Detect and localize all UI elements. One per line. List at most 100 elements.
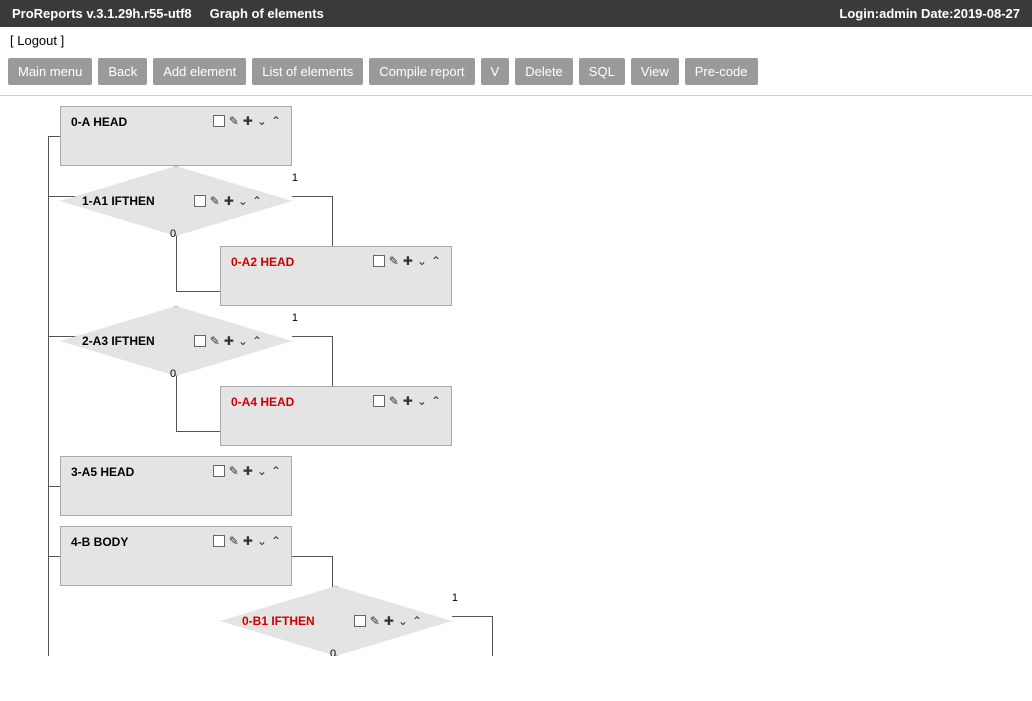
node-tools: ✎ ✚ ⌄ ⌃ <box>194 195 262 207</box>
node-tools: ✎ ✚ ⌄ ⌃ <box>213 535 281 547</box>
checkbox-icon[interactable] <box>213 465 225 477</box>
node-label: 0-B1 IFTHEN <box>242 614 315 628</box>
chevron-down-icon[interactable]: ⌄ <box>398 615 408 627</box>
main-menu-button[interactable]: Main menu <box>8 58 92 85</box>
chevron-up-icon[interactable]: ⌃ <box>431 255 441 267</box>
branch-0-label: 0 <box>170 228 176 240</box>
list-elements-button[interactable]: List of elements <box>252 58 363 85</box>
node-label: 0-A2 HEAD <box>231 255 294 269</box>
checkbox-icon[interactable] <box>373 395 385 407</box>
back-button[interactable]: Back <box>98 58 147 85</box>
chevron-up-icon[interactable]: ⌃ <box>252 335 262 347</box>
chevron-down-icon[interactable]: ⌄ <box>257 535 267 547</box>
checkbox-icon[interactable] <box>194 335 206 347</box>
app-header: ProReports v.3.1.29h.r55-utf8 Graph of e… <box>0 0 1032 27</box>
logout-bar: [ Logout ] <box>0 27 1032 54</box>
node-b1-ifthen[interactable]: 0-B1 IFTHEN ✎ ✚ ⌄ ⌃ 1 0 <box>220 586 452 656</box>
connector-line <box>48 556 60 557</box>
connector-line <box>292 556 332 557</box>
v-button[interactable]: V <box>481 58 510 85</box>
node-tools: ✎ ✚ ⌄ ⌃ <box>373 255 441 267</box>
node-tools: ✎ ✚ ⌄ ⌃ <box>373 395 441 407</box>
chevron-up-icon[interactable]: ⌃ <box>431 395 441 407</box>
chevron-down-icon[interactable]: ⌄ <box>238 195 248 207</box>
delete-button[interactable]: Delete <box>515 58 573 85</box>
precode-button[interactable]: Pre-code <box>685 58 758 85</box>
chevron-down-icon[interactable]: ⌄ <box>257 115 267 127</box>
checkbox-icon[interactable] <box>213 535 225 547</box>
node-label: 2-A3 IFTHEN <box>82 334 155 348</box>
chevron-up-icon[interactable]: ⌃ <box>271 465 281 477</box>
connector-line <box>492 616 493 656</box>
plus-circle-icon[interactable]: ✚ <box>243 535 253 547</box>
chevron-up-icon[interactable]: ⌃ <box>271 115 281 127</box>
pencil-icon[interactable]: ✎ <box>389 395 399 407</box>
view-button[interactable]: View <box>631 58 679 85</box>
plus-circle-icon[interactable]: ✚ <box>403 255 413 267</box>
branch-0-label: 0 <box>170 368 176 380</box>
connector-line <box>176 431 220 432</box>
chevron-up-icon[interactable]: ⌃ <box>252 195 262 207</box>
node-label: 3-A5 HEAD <box>71 465 134 479</box>
connector-line <box>292 196 332 197</box>
node-a2-head[interactable]: 0-A2 HEAD ✎ ✚ ⌄ ⌃ <box>220 246 452 306</box>
pencil-icon[interactable]: ✎ <box>389 255 399 267</box>
branch-1-label: 1 <box>292 312 298 324</box>
branch-1-label: 1 <box>292 172 298 184</box>
connector-line <box>176 291 220 292</box>
pencil-icon[interactable]: ✎ <box>229 465 239 477</box>
node-a1-ifthen[interactable]: 1-A1 IFTHEN ✎ ✚ ⌄ ⌃ 1 0 <box>60 166 292 236</box>
chevron-up-icon[interactable]: ⌃ <box>412 615 422 627</box>
checkbox-icon[interactable] <box>213 115 225 127</box>
pencil-icon[interactable]: ✎ <box>229 115 239 127</box>
branch-1-label: 1 <box>452 592 458 604</box>
plus-circle-icon[interactable]: ✚ <box>224 335 234 347</box>
node-a3-ifthen[interactable]: 2-A3 IFTHEN ✎ ✚ ⌄ ⌃ 1 0 <box>60 306 292 376</box>
connector-line <box>452 616 492 617</box>
connector-line <box>48 136 60 137</box>
plus-circle-icon[interactable]: ✚ <box>224 195 234 207</box>
connector-line <box>176 231 177 291</box>
pencil-icon[interactable]: ✎ <box>370 615 380 627</box>
add-element-button[interactable]: Add element <box>153 58 246 85</box>
checkbox-icon[interactable] <box>354 615 366 627</box>
node-label: 0-A4 HEAD <box>231 395 294 409</box>
node-a4-head[interactable]: 0-A4 HEAD ✎ ✚ ⌄ ⌃ <box>220 386 452 446</box>
connector-line <box>292 336 332 337</box>
pencil-icon[interactable]: ✎ <box>210 335 220 347</box>
chevron-down-icon[interactable]: ⌄ <box>238 335 248 347</box>
app-name: ProReports v.3.1.29h.r55-utf8 <box>12 6 192 21</box>
plus-circle-icon[interactable]: ✚ <box>243 465 253 477</box>
pencil-icon[interactable]: ✎ <box>210 195 220 207</box>
sql-button[interactable]: SQL <box>579 58 625 85</box>
graph-canvas[interactable]: 0-A HEAD ✎ ✚ ⌄ ⌃ 1-A1 IFTHEN ✎ ✚ ⌄ ⌃ <box>0 96 1032 656</box>
node-tools: ✎ ✚ ⌄ ⌃ <box>213 115 281 127</box>
node-tools: ✎ ✚ ⌄ ⌃ <box>194 335 262 347</box>
plus-circle-icon[interactable]: ✚ <box>243 115 253 127</box>
node-b-body[interactable]: 4-B BODY ✎ ✚ ⌄ ⌃ <box>60 526 292 586</box>
node-label: 0-A HEAD <box>71 115 127 129</box>
pencil-icon[interactable]: ✎ <box>229 535 239 547</box>
chevron-down-icon[interactable]: ⌄ <box>417 395 427 407</box>
toolbar: Main menu Back Add element List of eleme… <box>0 54 1032 96</box>
connector-line <box>48 486 60 487</box>
node-label: 1-A1 IFTHEN <box>82 194 155 208</box>
branch-0-label: 0 <box>330 648 336 656</box>
node-a5-head[interactable]: 3-A5 HEAD ✎ ✚ ⌄ ⌃ <box>60 456 292 516</box>
node-tools: ✎ ✚ ⌄ ⌃ <box>213 465 281 477</box>
plus-circle-icon[interactable]: ✚ <box>403 395 413 407</box>
node-tools: ✎ ✚ ⌄ ⌃ <box>354 615 422 627</box>
node-a-head[interactable]: 0-A HEAD ✎ ✚ ⌄ ⌃ <box>60 106 292 166</box>
checkbox-icon[interactable] <box>373 255 385 267</box>
compile-report-button[interactable]: Compile report <box>369 58 474 85</box>
chevron-down-icon[interactable]: ⌄ <box>417 255 427 267</box>
page-title: Graph of elements <box>210 6 324 21</box>
connector-line <box>176 371 177 431</box>
plus-circle-icon[interactable]: ✚ <box>384 615 394 627</box>
checkbox-icon[interactable] <box>194 195 206 207</box>
login-info: Login:admin Date:2019-08-27 <box>839 6 1020 21</box>
logout-link[interactable]: Logout <box>17 33 57 48</box>
chevron-down-icon[interactable]: ⌄ <box>257 465 267 477</box>
chevron-up-icon[interactable]: ⌃ <box>271 535 281 547</box>
node-label: 4-B BODY <box>71 535 128 549</box>
